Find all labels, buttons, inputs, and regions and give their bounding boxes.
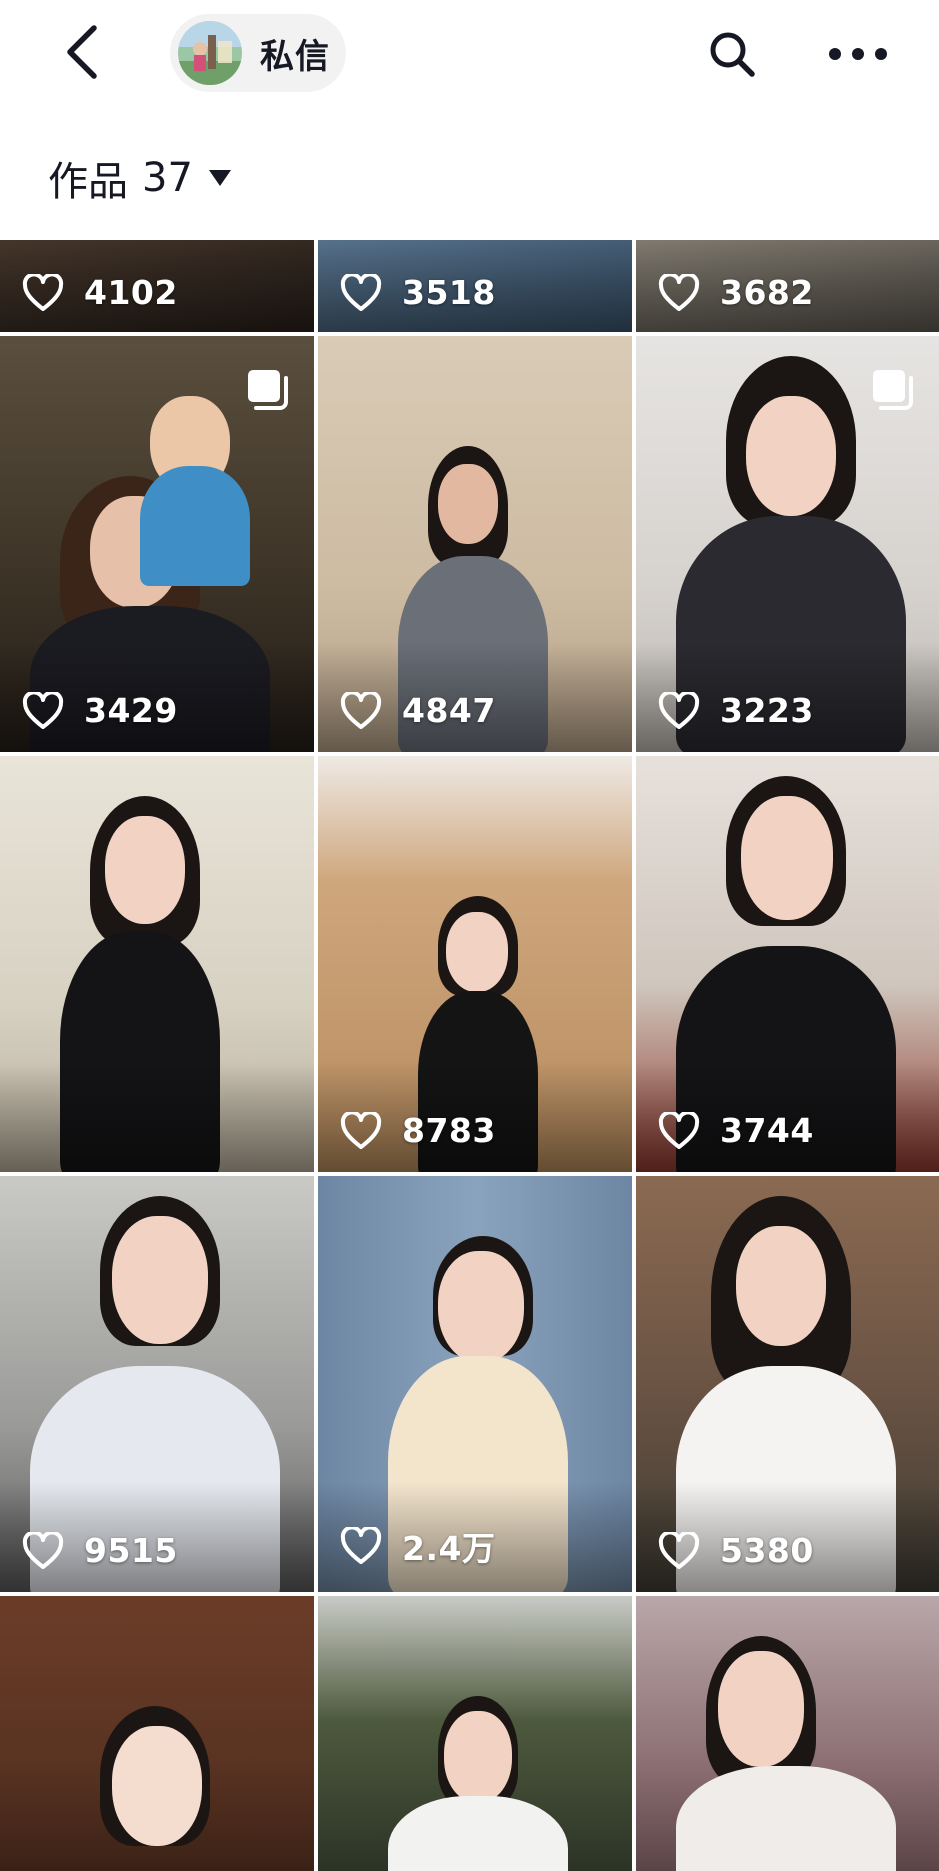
video-tile[interactable]: 4102 xyxy=(0,240,314,332)
photo-post-tile[interactable]: 3223 xyxy=(636,336,939,752)
video-tile[interactable]: 4847 xyxy=(318,336,632,752)
top-bar: 私信 xyxy=(0,0,939,108)
heart-outline-icon xyxy=(22,1531,64,1569)
like-count-text: 4847 xyxy=(402,691,496,730)
like-count-text: 3429 xyxy=(84,691,178,730)
works-filter-dropdown[interactable]: 作品 37 xyxy=(48,148,233,208)
like-count: 3682 xyxy=(658,273,814,312)
heart-outline-icon xyxy=(22,691,64,729)
search-button[interactable] xyxy=(700,22,764,86)
works-label: 作品 xyxy=(48,159,128,205)
search-icon xyxy=(710,32,755,77)
caret-down-icon xyxy=(208,170,231,186)
heart-outline-icon xyxy=(340,273,382,311)
like-count: 2.4万 xyxy=(340,1522,495,1570)
more-options-button[interactable] xyxy=(820,22,896,86)
multi-image-icon xyxy=(248,370,288,410)
heart-outline-icon xyxy=(658,273,700,311)
more-horizontal-icon xyxy=(829,48,887,60)
like-count: 3744 xyxy=(658,1111,814,1150)
like-count: 3518 xyxy=(340,273,496,312)
video-tile[interactable]: 3744 xyxy=(636,756,939,1172)
like-count: 3223 xyxy=(658,691,814,730)
like-count-text: 3223 xyxy=(720,691,814,730)
like-count-text: 4102 xyxy=(84,273,178,312)
heart-outline-icon xyxy=(658,1111,700,1149)
video-tile[interactable]: 3518 xyxy=(318,240,632,332)
direct-message-label: 私信 xyxy=(260,36,330,77)
video-tile[interactable] xyxy=(0,1596,314,1871)
heart-outline-icon xyxy=(658,1531,700,1569)
heart-outline-icon xyxy=(22,273,64,311)
video-tile[interactable]: 2.4万 xyxy=(318,1176,632,1592)
like-count: 4847 xyxy=(340,691,496,730)
video-tile[interactable]: 3682 xyxy=(636,240,939,332)
back-button[interactable] xyxy=(50,20,114,84)
heart-outline-icon xyxy=(340,1111,382,1149)
photo-post-tile[interactable]: 3429 xyxy=(0,336,314,752)
heart-outline-icon xyxy=(340,691,382,729)
like-count-text: 3744 xyxy=(720,1111,814,1150)
video-tile[interactable]: 8783 xyxy=(318,756,632,1172)
like-count: 8783 xyxy=(340,1111,496,1150)
like-count-text: 2.4万 xyxy=(402,1529,496,1568)
heart-outline-icon xyxy=(658,691,700,729)
video-tile[interactable]: 5380 xyxy=(636,1176,939,1592)
like-count-text: 3518 xyxy=(402,273,496,312)
like-count-text: 8783 xyxy=(402,1111,496,1150)
like-count: 5380 xyxy=(658,1531,814,1570)
video-tile[interactable] xyxy=(636,1596,939,1871)
works-grid: 4102 3518 3682 3429 4847 3223 8783 3744 … xyxy=(0,240,939,1871)
like-count: 4102 xyxy=(22,273,178,312)
video-tile[interactable] xyxy=(318,1596,632,1871)
works-count: 37 xyxy=(142,155,193,201)
like-count: 3429 xyxy=(22,691,178,730)
like-count-text: 5380 xyxy=(720,1531,814,1570)
chevron-left-icon xyxy=(67,25,97,79)
direct-message-button[interactable]: 私信 xyxy=(170,14,346,92)
avatar xyxy=(178,21,242,85)
video-tile[interactable] xyxy=(0,756,314,1172)
heart-outline-icon xyxy=(340,1527,382,1564)
like-count-text: 3682 xyxy=(720,273,814,312)
like-count-text: 9515 xyxy=(84,1531,178,1570)
multi-image-icon xyxy=(873,370,913,410)
like-count: 9515 xyxy=(22,1531,178,1570)
video-tile[interactable]: 9515 xyxy=(0,1176,314,1592)
